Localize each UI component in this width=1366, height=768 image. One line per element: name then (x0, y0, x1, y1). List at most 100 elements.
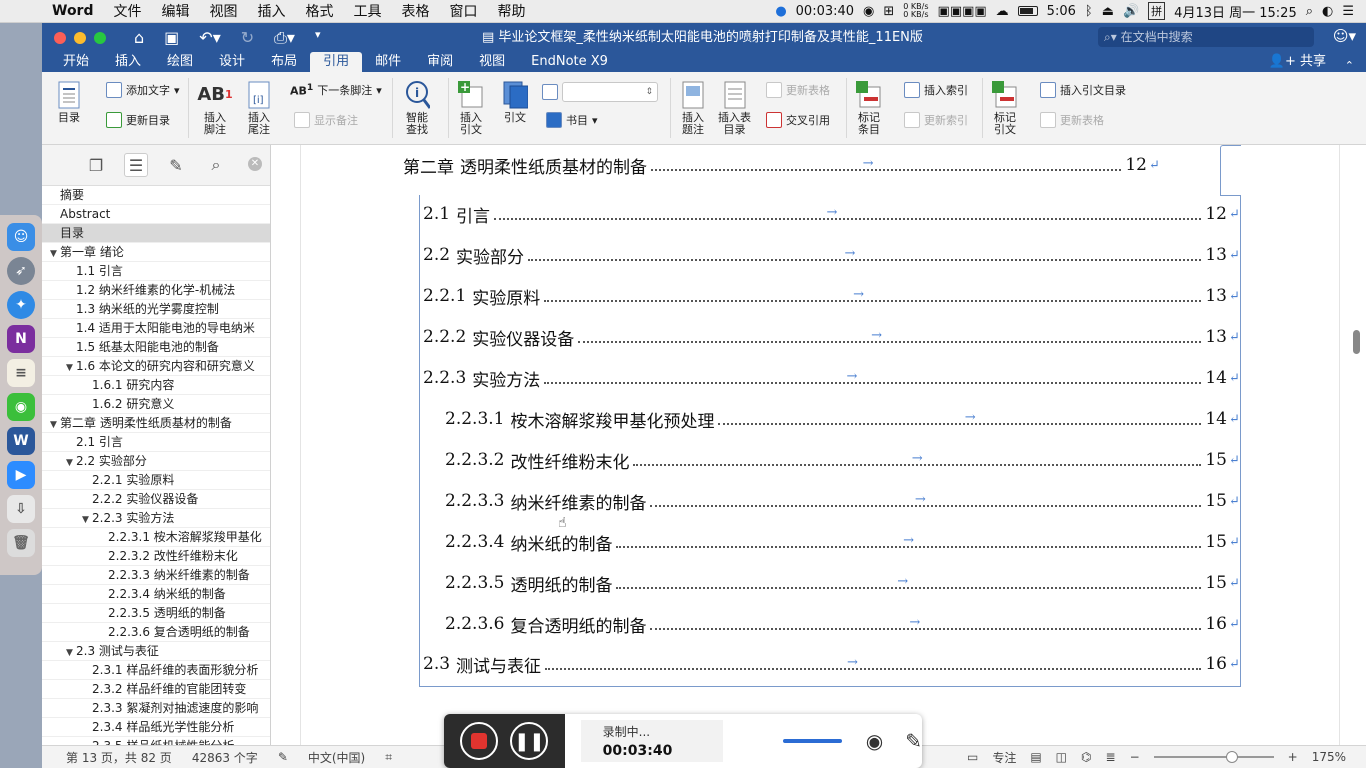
focus-mode-label[interactable]: 专注 (992, 749, 1016, 766)
menu-table[interactable]: 表格 (392, 1, 440, 21)
onenote-icon[interactable]: N (7, 325, 35, 353)
toc-entry[interactable]: 2.2.3.1 桉木溶解浆羧甲基化预处理 → 14 ↵ (445, 407, 1241, 432)
disclosure-triangle-icon[interactable]: ▼ (66, 454, 76, 470)
wechat-icon[interactable]: ◉ (863, 4, 874, 19)
update-toa-button[interactable]: 更新表格 (1040, 112, 1104, 128)
menu-insert[interactable]: 插入 (248, 1, 296, 21)
insert-index-button[interactable]: 插入索引 (904, 82, 968, 98)
citations-button[interactable]: 引文 (502, 80, 528, 124)
menu-tools[interactable]: 工具 (344, 1, 392, 21)
nav-item[interactable]: ▼ 2.2 实验部分 (42, 452, 270, 471)
nav-item[interactable]: 目录 (42, 224, 270, 243)
word-count[interactable]: 42863 个字 (182, 749, 268, 766)
save-icon[interactable]: ▣ (164, 28, 179, 48)
tab-insert[interactable]: 插入 (102, 52, 154, 72)
language[interactable]: 中文(中国) (298, 749, 375, 766)
nav-item[interactable]: 2.3.1 样品纤维的表面形貌分析 (42, 661, 270, 680)
toc-entry[interactable]: 2.2 实验部分 → 13 ↵ (423, 243, 1241, 268)
tab-draw[interactable]: 绘图 (154, 52, 206, 72)
nav-item[interactable]: 1.5 纸基太阳能电池的制备 (42, 338, 270, 357)
bibliography-button[interactable]: 书目 ▾ (546, 112, 598, 128)
thumbnails-icon[interactable]: ❐ (84, 153, 108, 177)
toc-entry[interactable]: 2.2.3 实验方法 → 14 ↵ (423, 366, 1241, 391)
menu-file[interactable]: 文件 (104, 1, 152, 21)
toc-entry[interactable]: 第二章 透明柔性纸质基材的制备 → 12 ↵ (403, 153, 1161, 178)
battery-time[interactable]: 5:06 (1047, 4, 1076, 19)
nav-item[interactable]: ▼ 2.3 测试与表征 (42, 642, 270, 661)
downloads-icon[interactable]: ⇩ (7, 495, 35, 523)
print-icon[interactable]: ⎙▾ (274, 28, 295, 48)
tab-mailings[interactable]: 邮件 (362, 52, 414, 72)
toc-entry[interactable]: 2.2.3.5 透明纸的制备 → 15 ↵ (445, 571, 1241, 596)
nav-item[interactable]: 2.1 引言 (42, 433, 270, 452)
audio-level-bar[interactable] (783, 739, 842, 743)
toc-entry[interactable]: 2.2.1 实验原料 → 13 ↵ (423, 284, 1241, 309)
cloud-icon[interactable]: ☁ (996, 4, 1009, 19)
datetime[interactable]: 4月13日 周一 15:25 (1174, 2, 1297, 21)
nav-item[interactable]: 2.2.2 实验仪器设备 (42, 490, 270, 509)
print-layout-icon[interactable]: ▤ (1030, 750, 1041, 764)
zoom-in-icon[interactable]: + (1288, 750, 1298, 764)
insert-citation-button[interactable]: + 插入 引文 (458, 80, 484, 136)
insert-endnote-button[interactable]: [i] 插入 尾注 (246, 80, 272, 136)
nav-item[interactable]: 2.2.3.2 改性纤维粉末化 (42, 547, 270, 566)
toc-entry[interactable]: 2.2.3.3 纳米纤维素的制备 → 15 ↵ (445, 489, 1241, 514)
wechat-dock-icon[interactable]: ◉ (7, 393, 35, 421)
close-pane-icon[interactable]: ✕ (248, 157, 262, 171)
toc-entry[interactable]: 2.2.3.6 复合透明纸的制备 → 16 ↵ (445, 612, 1241, 637)
nav-item[interactable]: ▼ 2.2.3 实验方法 (42, 509, 270, 528)
toc-entry[interactable]: 2.2.3.2 改性纤维粉末化 → 15 ↵ (445, 448, 1241, 473)
insert-table-of-authorities-button[interactable]: 插入引文目录 (1040, 82, 1126, 98)
notes-icon[interactable]: ≡ (7, 359, 35, 387)
screen-record-icon[interactable]: ● (775, 4, 786, 19)
nav-item[interactable]: 摘要 (42, 186, 270, 205)
pencil-icon[interactable]: ✎ (905, 729, 922, 753)
home-icon[interactable]: ⌂ (134, 28, 144, 48)
nav-item[interactable]: 2.3.2 样品纤维的官能团转变 (42, 680, 270, 699)
nav-item[interactable]: 2.2.3.1 桉木溶解浆羧甲基化 (42, 528, 270, 547)
menu-edit[interactable]: 编辑 (152, 1, 200, 21)
update-index-button[interactable]: 更新索引 (904, 112, 968, 128)
toc-entry[interactable]: 2.3 测试与表征 → 16 ↵ (423, 652, 1241, 677)
disclosure-triangle-icon[interactable]: ▼ (50, 416, 60, 432)
tab-home[interactable]: 开始 (50, 52, 102, 72)
status-icons[interactable]: ▣▣▣▣ (938, 4, 987, 19)
grid-icon[interactable]: ⊞ (883, 4, 894, 19)
input-method[interactable]: 拼 (1148, 2, 1166, 20)
zoom-window-button[interactable] (94, 31, 106, 44)
toc-entry[interactable]: 2.2.2 实验仪器设备 → 13 ↵ (423, 325, 1241, 350)
vertical-scrollbar[interactable] (1353, 330, 1360, 354)
update-toc-button[interactable]: 更新目录 (106, 112, 170, 128)
nav-item[interactable]: ▼ 1.6 本论文的研究内容和研究意义 (42, 357, 270, 376)
draft-view-icon[interactable]: ≣ (1106, 750, 1116, 764)
zoom-level[interactable]: 175% (1312, 750, 1346, 764)
insert-table-of-figures-button[interactable]: 插入表 目录 (718, 80, 751, 136)
notification-center-icon[interactable]: ☰ (1342, 4, 1354, 19)
bluetooth-icon[interactable]: ᛒ (1085, 4, 1093, 19)
disclosure-triangle-icon[interactable]: ▼ (66, 359, 76, 375)
nav-item[interactable]: ▼ 第二章 透明柔性纸质基材的制备 (42, 414, 270, 433)
menu-format[interactable]: 格式 (296, 1, 344, 21)
menu-view[interactable]: 视图 (200, 1, 248, 21)
insert-footnote-button[interactable]: AB 1 插入 脚注 (197, 80, 232, 136)
zoom-dock-icon[interactable]: ▶ (7, 461, 35, 489)
document-search-input[interactable]: ⌕▾ 在文档中搜索 (1098, 27, 1314, 47)
nav-item[interactable]: 2.2.3.4 纳米纸的制备 (42, 585, 270, 604)
document-map-icon[interactable]: ☰ (124, 153, 148, 177)
toc-entry[interactable]: 2.1 引言 → 12 ↵ (423, 202, 1241, 227)
mark-entry-button[interactable]: 标记 条目 (856, 80, 882, 136)
nav-item[interactable]: 2.3.3 絮凝剂对抽滤速度的影响 (42, 699, 270, 718)
eject-icon[interactable]: ⏏ (1102, 4, 1114, 19)
nav-search-icon[interactable]: ⌕ (204, 153, 228, 177)
toc-button[interactable]: 目录 (56, 80, 82, 124)
tab-review[interactable]: 审阅 (414, 52, 466, 72)
citation-style-dropdown[interactable]: ⇕ (562, 82, 658, 102)
word-dock-icon[interactable]: W (7, 427, 35, 455)
spotlight-icon[interactable]: ⌕ (1306, 4, 1313, 19)
mark-citation-button[interactable]: 标记 引文 (992, 80, 1018, 136)
cross-reference-button[interactable]: 交叉引用 (766, 112, 830, 128)
redo-icon[interactable]: ↻ (241, 28, 254, 48)
manage-sources-icon[interactable] (542, 84, 558, 100)
volume-icon[interactable]: 🔊 (1123, 4, 1139, 19)
nav-item[interactable]: 2.2.1 实验原料 (42, 471, 270, 490)
